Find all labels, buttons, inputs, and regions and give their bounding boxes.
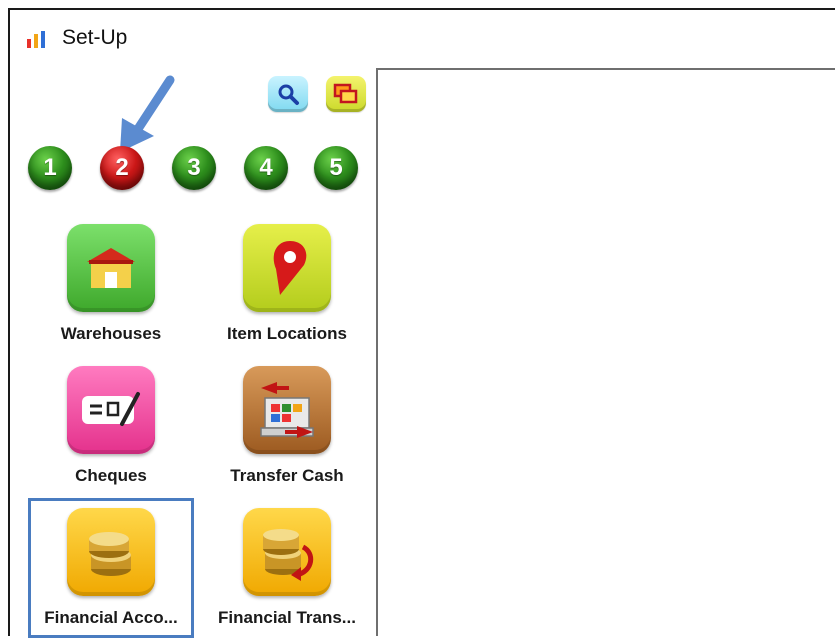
setup-window: Set-Up 1 2 3 4 5 Warehouses Item Locatio… (8, 8, 835, 638)
windows-icon (333, 83, 358, 104)
tile-item-locations[interactable]: Item Locations (202, 224, 372, 354)
content-panel (376, 68, 835, 636)
tile-label: Transfer Cash (230, 466, 344, 485)
tile-warehouses[interactable]: Warehouses (26, 224, 196, 354)
tile-label: Financial Acco... (44, 608, 178, 627)
page-button-4[interactable]: 4 (244, 146, 288, 190)
cheque-icon (82, 392, 140, 426)
page-button-3[interactable]: 3 (172, 146, 216, 190)
search-icon (278, 84, 299, 105)
coins-icon (89, 532, 131, 576)
tile-cheques[interactable]: Cheques (26, 366, 196, 496)
page-button-2[interactable]: 2 (100, 146, 144, 190)
map-pin-icon-box (243, 224, 331, 312)
window-title: Set-Up (62, 26, 128, 49)
warehouse-icon-box (67, 224, 155, 312)
search-button[interactable] (268, 76, 308, 112)
tile-transfer-cash[interactable]: Transfer Cash (202, 366, 372, 496)
page-5-label: 5 (329, 154, 343, 181)
cash-register-icon (260, 382, 314, 438)
coins-icon-box (67, 508, 155, 596)
cash-register-icon-box (243, 366, 331, 454)
coins-transfer-icon (263, 529, 314, 581)
tile-label: Financial Trans... (218, 608, 356, 627)
bar-chart-icon (27, 31, 45, 48)
coins-transfer-icon-box (243, 508, 331, 596)
map-pin-icon (273, 241, 307, 295)
page-button-1[interactable]: 1 (28, 146, 72, 190)
windows-button[interactable] (326, 76, 366, 112)
page-3-label: 3 (187, 154, 201, 181)
title-bar: Set-Up (10, 10, 835, 66)
page-1-label: 1 (43, 154, 57, 181)
page-2-label: 2 (115, 154, 129, 181)
page-button-5[interactable]: 5 (314, 146, 358, 190)
warehouse-icon (87, 248, 135, 288)
page-4-label: 4 (259, 154, 273, 181)
cheque-icon-box (67, 366, 155, 454)
tile-financial-transactions[interactable]: Financial Trans... (202, 508, 372, 638)
tile-financial-accounts[interactable]: Financial Acco... (26, 508, 196, 638)
tile-label: Cheques (75, 466, 147, 485)
tile-label: Item Locations (227, 324, 347, 343)
tile-label: Warehouses (60, 324, 162, 343)
